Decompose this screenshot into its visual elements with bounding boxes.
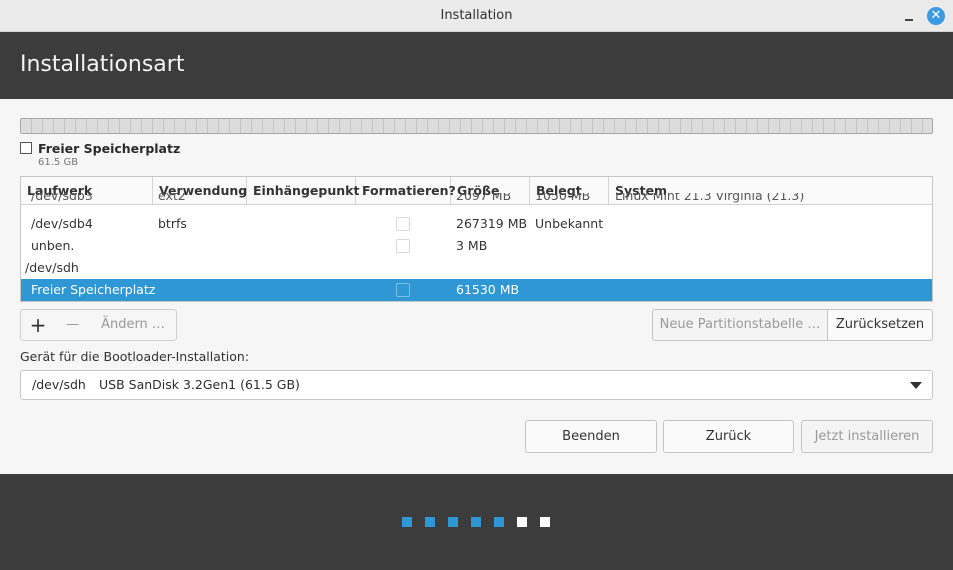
quit-button[interactable]: Beenden	[525, 420, 657, 453]
cell-device: unben.	[31, 238, 75, 253]
remove-partition-button[interactable]: —	[55, 309, 91, 341]
bootloader-label: Gerät für die Bootloader-Installation:	[20, 349, 250, 364]
cell-used: 1050 MB	[535, 193, 591, 203]
cell-usage: ext2	[158, 193, 186, 203]
table-row-selected[interactable]: Freier Speicherplatz 61530 MB	[21, 279, 932, 301]
cell-device: Freier Speicherplatz	[31, 282, 156, 297]
progress-step-dot	[448, 517, 458, 527]
main-content: Freier Speicherplatz 61.5 GB Laufwerk Ve…	[0, 99, 953, 474]
cell-usage: btrfs	[158, 216, 187, 231]
page-header: Installationsart	[0, 32, 953, 99]
bootloader-device-select[interactable]: /dev/sdh USB SanDisk 3.2Gen1 (61.5 GB)	[20, 370, 933, 400]
legend-name: Freier Speicherplatz	[38, 141, 181, 156]
partition-table[interactable]: Laufwerk Verwendung Einhängepunkt Format…	[20, 176, 933, 302]
bootloader-model: USB SanDisk 3.2Gen1 (61.5 GB)	[99, 377, 300, 392]
format-checkbox[interactable]	[396, 283, 410, 297]
progress-step-dot	[494, 517, 504, 527]
progress-step-dot	[402, 517, 412, 527]
cell-size: 2097 MB	[456, 193, 512, 203]
table-row[interactable]: unben. 3 MB	[21, 235, 932, 257]
dropdown-arrow-icon	[910, 382, 922, 389]
window-title: Installation	[440, 8, 513, 23]
progress-footer	[0, 474, 953, 570]
table-row[interactable]: /dev/sdh	[21, 257, 932, 279]
progress-step-dot	[517, 517, 527, 527]
progress-step-dot	[471, 517, 481, 527]
cell-size: 61530 MB	[456, 282, 520, 297]
minimize-icon[interactable]	[900, 8, 918, 26]
cell-used: Unbekannt	[535, 216, 604, 231]
change-partition-button[interactable]: Ändern …	[90, 309, 177, 341]
bootloader-device: /dev/sdh	[32, 377, 86, 392]
table-row[interactable]: /dev/sdb4 btrfs 267319 MB Unbekannt	[21, 213, 932, 235]
close-icon[interactable]: ✕	[927, 7, 945, 25]
partition-bar	[20, 118, 933, 134]
install-now-button[interactable]: Jetzt installieren	[801, 420, 933, 453]
back-button[interactable]: Zurück	[663, 420, 794, 453]
legend-swatch	[20, 142, 32, 154]
revert-button[interactable]: Zurücksetzen	[827, 309, 933, 341]
cell-size: 3 MB	[456, 238, 488, 253]
format-checkbox[interactable]	[396, 239, 410, 253]
format-checkbox[interactable]	[396, 217, 410, 231]
page-title: Installationsart	[20, 52, 185, 77]
cell-device: /dev/sdb3	[31, 193, 93, 203]
new-partition-table-button[interactable]: Neue Partitionstabelle …	[652, 309, 828, 341]
progress-step-dot	[540, 517, 550, 527]
progress-step-dot	[425, 517, 435, 527]
cell-system: Linux Mint 21.3 Virginia (21.3)	[615, 193, 805, 203]
title-bar: Installation ✕	[0, 0, 953, 32]
legend-size: 61.5 GB	[38, 157, 79, 168]
cell-device: /dev/sdh	[25, 260, 79, 275]
cell-device: /dev/sdb4	[31, 216, 93, 231]
cell-size: 267319 MB	[456, 216, 528, 231]
table-row[interactable]: /dev/sdb3 ext2 2097 MB 1050 MB Linux Min…	[21, 193, 932, 207]
add-partition-button[interactable]: +	[20, 309, 56, 341]
